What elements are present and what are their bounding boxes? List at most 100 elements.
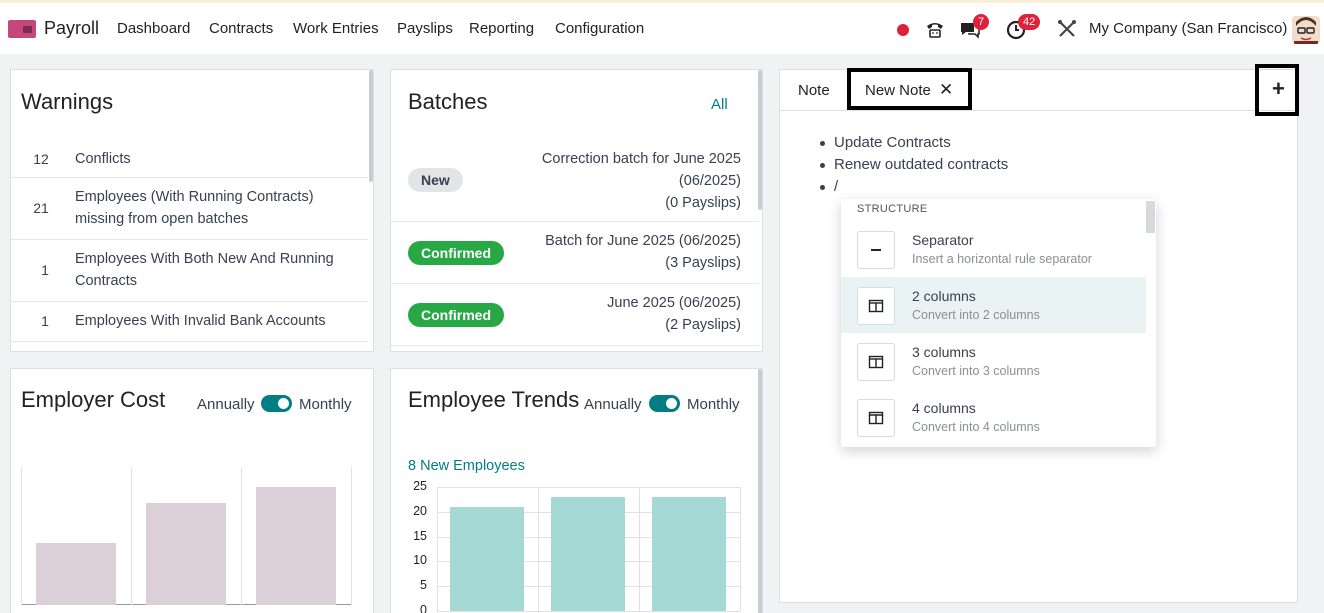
- batch-status-badge: New: [408, 168, 463, 192]
- batch-row[interactable]: New Correction batch for June 2025 (06/2…: [391, 138, 759, 222]
- separator-icon: [857, 231, 895, 269]
- warnings-card: Warnings 12 Conflicts 21 Employees (With…: [10, 69, 374, 352]
- warning-label: Employees With Invalid Bank Accounts: [75, 313, 326, 329]
- command-separator[interactable]: Separator Insert a horizontal rule separ…: [841, 221, 1146, 277]
- command-3-columns[interactable]: 3 columns Convert into 3 columns: [841, 333, 1146, 389]
- employee-trends-chart: [437, 487, 741, 612]
- command-4-columns[interactable]: 4 columns Convert into 4 columns: [841, 389, 1146, 445]
- annually-label[interactable]: Annually: [584, 396, 642, 413]
- tab-note[interactable]: Note: [798, 82, 830, 99]
- note-list-item[interactable]: Renew outdated contracts: [816, 154, 1008, 176]
- command-palette: STRUCTURE Separator Insert a horizontal …: [841, 199, 1156, 447]
- warning-row[interactable]: 1 Employees With Invalid Bank Accounts: [11, 302, 368, 342]
- warning-row[interactable]: 12 Conflicts: [11, 140, 368, 178]
- menu-work-entries[interactable]: Work Entries: [293, 20, 379, 37]
- command-group-header: STRUCTURE: [857, 203, 928, 215]
- batch-row[interactable]: Confirmed Batch for June 2025 (06/2025) …: [391, 222, 759, 284]
- command-title: 4 columns: [912, 400, 976, 416]
- warning-row[interactable]: 1 Employees With Both New And Running Co…: [11, 240, 368, 302]
- period-toggle[interactable]: [261, 395, 292, 412]
- messages-badge: 7: [973, 14, 990, 30]
- command-2-columns[interactable]: 2 columns Convert into 2 columns: [841, 277, 1146, 333]
- payroll-app-icon[interactable]: [8, 20, 36, 38]
- y-tick-label: 10: [413, 553, 427, 567]
- menu-dashboard[interactable]: Dashboard: [117, 20, 190, 37]
- y-tick-label: 0: [420, 603, 427, 613]
- highlight-add-note-button: [1255, 64, 1299, 116]
- warning-label: Employees (With Running Contracts) missi…: [75, 189, 314, 227]
- warnings-scrollbar[interactable]: [369, 70, 373, 182]
- command-title: 2 columns: [912, 288, 976, 304]
- annually-label[interactable]: Annually: [197, 396, 255, 413]
- batch-row[interactable]: Confirmed June 2025 (06/2025) (2 Payslip…: [391, 284, 759, 346]
- columns-icon: [857, 287, 895, 325]
- command-description: Insert a horizontal rule separator: [912, 252, 1092, 266]
- batch-status-badge: Confirmed: [408, 303, 504, 327]
- warning-count: 21: [33, 200, 49, 216]
- batches-title: Batches: [408, 89, 488, 114]
- activities-badge: 42: [1018, 14, 1041, 30]
- employee-trends-bar[interactable]: [551, 497, 625, 611]
- highlight-new-note-tab: [847, 68, 972, 110]
- grid-line: [740, 487, 741, 611]
- employee-trends-card: Employee Trends Annually Monthly 8 New E…: [390, 368, 763, 613]
- columns-icon: [857, 399, 895, 437]
- command-title: Separator: [912, 232, 974, 248]
- command-scrollbar[interactable]: [1146, 201, 1155, 233]
- employer-cost-title: Employer Cost: [21, 387, 166, 412]
- batches-all-link[interactable]: All: [711, 96, 728, 113]
- debug-tools-icon[interactable]: [1056, 18, 1078, 40]
- grid-line: [639, 487, 640, 611]
- employer-cost-bar[interactable]: [36, 543, 116, 605]
- y-tick-label: 25: [413, 479, 427, 493]
- menu-configuration[interactable]: Configuration: [555, 20, 644, 37]
- employee-trends-bar[interactable]: [652, 497, 726, 611]
- warnings-title: Warnings: [21, 89, 114, 114]
- command-description: Convert into 2 columns: [912, 308, 1040, 322]
- warning-label: Conflicts: [75, 151, 131, 167]
- batch-description: June 2025 (06/2025) (2 Payslips): [607, 295, 741, 333]
- employer-cost-bar[interactable]: [256, 487, 336, 605]
- note-list-item-current[interactable]: /: [816, 176, 1008, 198]
- batch-status-badge: Confirmed: [408, 241, 504, 265]
- warning-row[interactable]: 21 Employees (With Running Contracts) mi…: [11, 178, 368, 240]
- note-content[interactable]: Update Contracts Renew outdated contract…: [816, 132, 1008, 198]
- command-description: Convert into 4 columns: [912, 420, 1040, 434]
- batch-description: Correction batch for June 2025 (06/2025)…: [541, 151, 741, 211]
- company-switcher[interactable]: My Company (San Francisco): [1089, 20, 1287, 37]
- trends-scrollbar[interactable]: [758, 369, 762, 613]
- monthly-label[interactable]: Monthly: [687, 396, 740, 413]
- grid-line: [437, 487, 740, 488]
- top-navbar: Payroll Dashboard Contracts Work Entries…: [0, 0, 1324, 54]
- menu-payslips[interactable]: Payslips: [397, 20, 453, 37]
- warning-count: 1: [41, 313, 49, 329]
- employer-cost-bar[interactable]: [146, 503, 226, 605]
- app-name[interactable]: Payroll: [44, 18, 99, 39]
- menu-contracts[interactable]: Contracts: [209, 20, 273, 37]
- employee-trends-bar[interactable]: [450, 507, 524, 611]
- warning-count: 1: [41, 262, 49, 278]
- batches-card: Batches All New Correction batch for Jun…: [390, 69, 763, 352]
- period-toggle[interactable]: [649, 395, 680, 412]
- columns-icon: [857, 343, 895, 381]
- monthly-label[interactable]: Monthly: [299, 396, 352, 413]
- user-avatar[interactable]: [1292, 16, 1320, 44]
- command-description: Convert into 3 columns: [912, 364, 1040, 378]
- new-employees-link[interactable]: 8 New Employees: [408, 458, 525, 474]
- phone-icon[interactable]: [924, 18, 946, 40]
- y-tick-label: 15: [413, 529, 427, 543]
- command-title: 3 columns: [912, 344, 976, 360]
- y-tick-label: 20: [413, 504, 427, 518]
- batch-description: Batch for June 2025 (06/2025) (3 Payslip…: [545, 233, 741, 271]
- grid-line: [437, 611, 740, 612]
- recording-indicator-icon[interactable]: [897, 24, 909, 36]
- warning-count: 12: [33, 151, 49, 167]
- employer-cost-chart: [21, 467, 352, 605]
- employer-cost-card: Employer Cost Annually Monthly: [10, 368, 374, 613]
- grid-line: [538, 487, 539, 611]
- y-tick-label: 5: [420, 578, 427, 592]
- warning-label: Employees With Both New And Running Cont…: [75, 251, 334, 289]
- employee-trends-title: Employee Trends: [408, 387, 580, 412]
- menu-reporting[interactable]: Reporting: [469, 20, 534, 37]
- note-list-item[interactable]: Update Contracts: [816, 132, 1008, 154]
